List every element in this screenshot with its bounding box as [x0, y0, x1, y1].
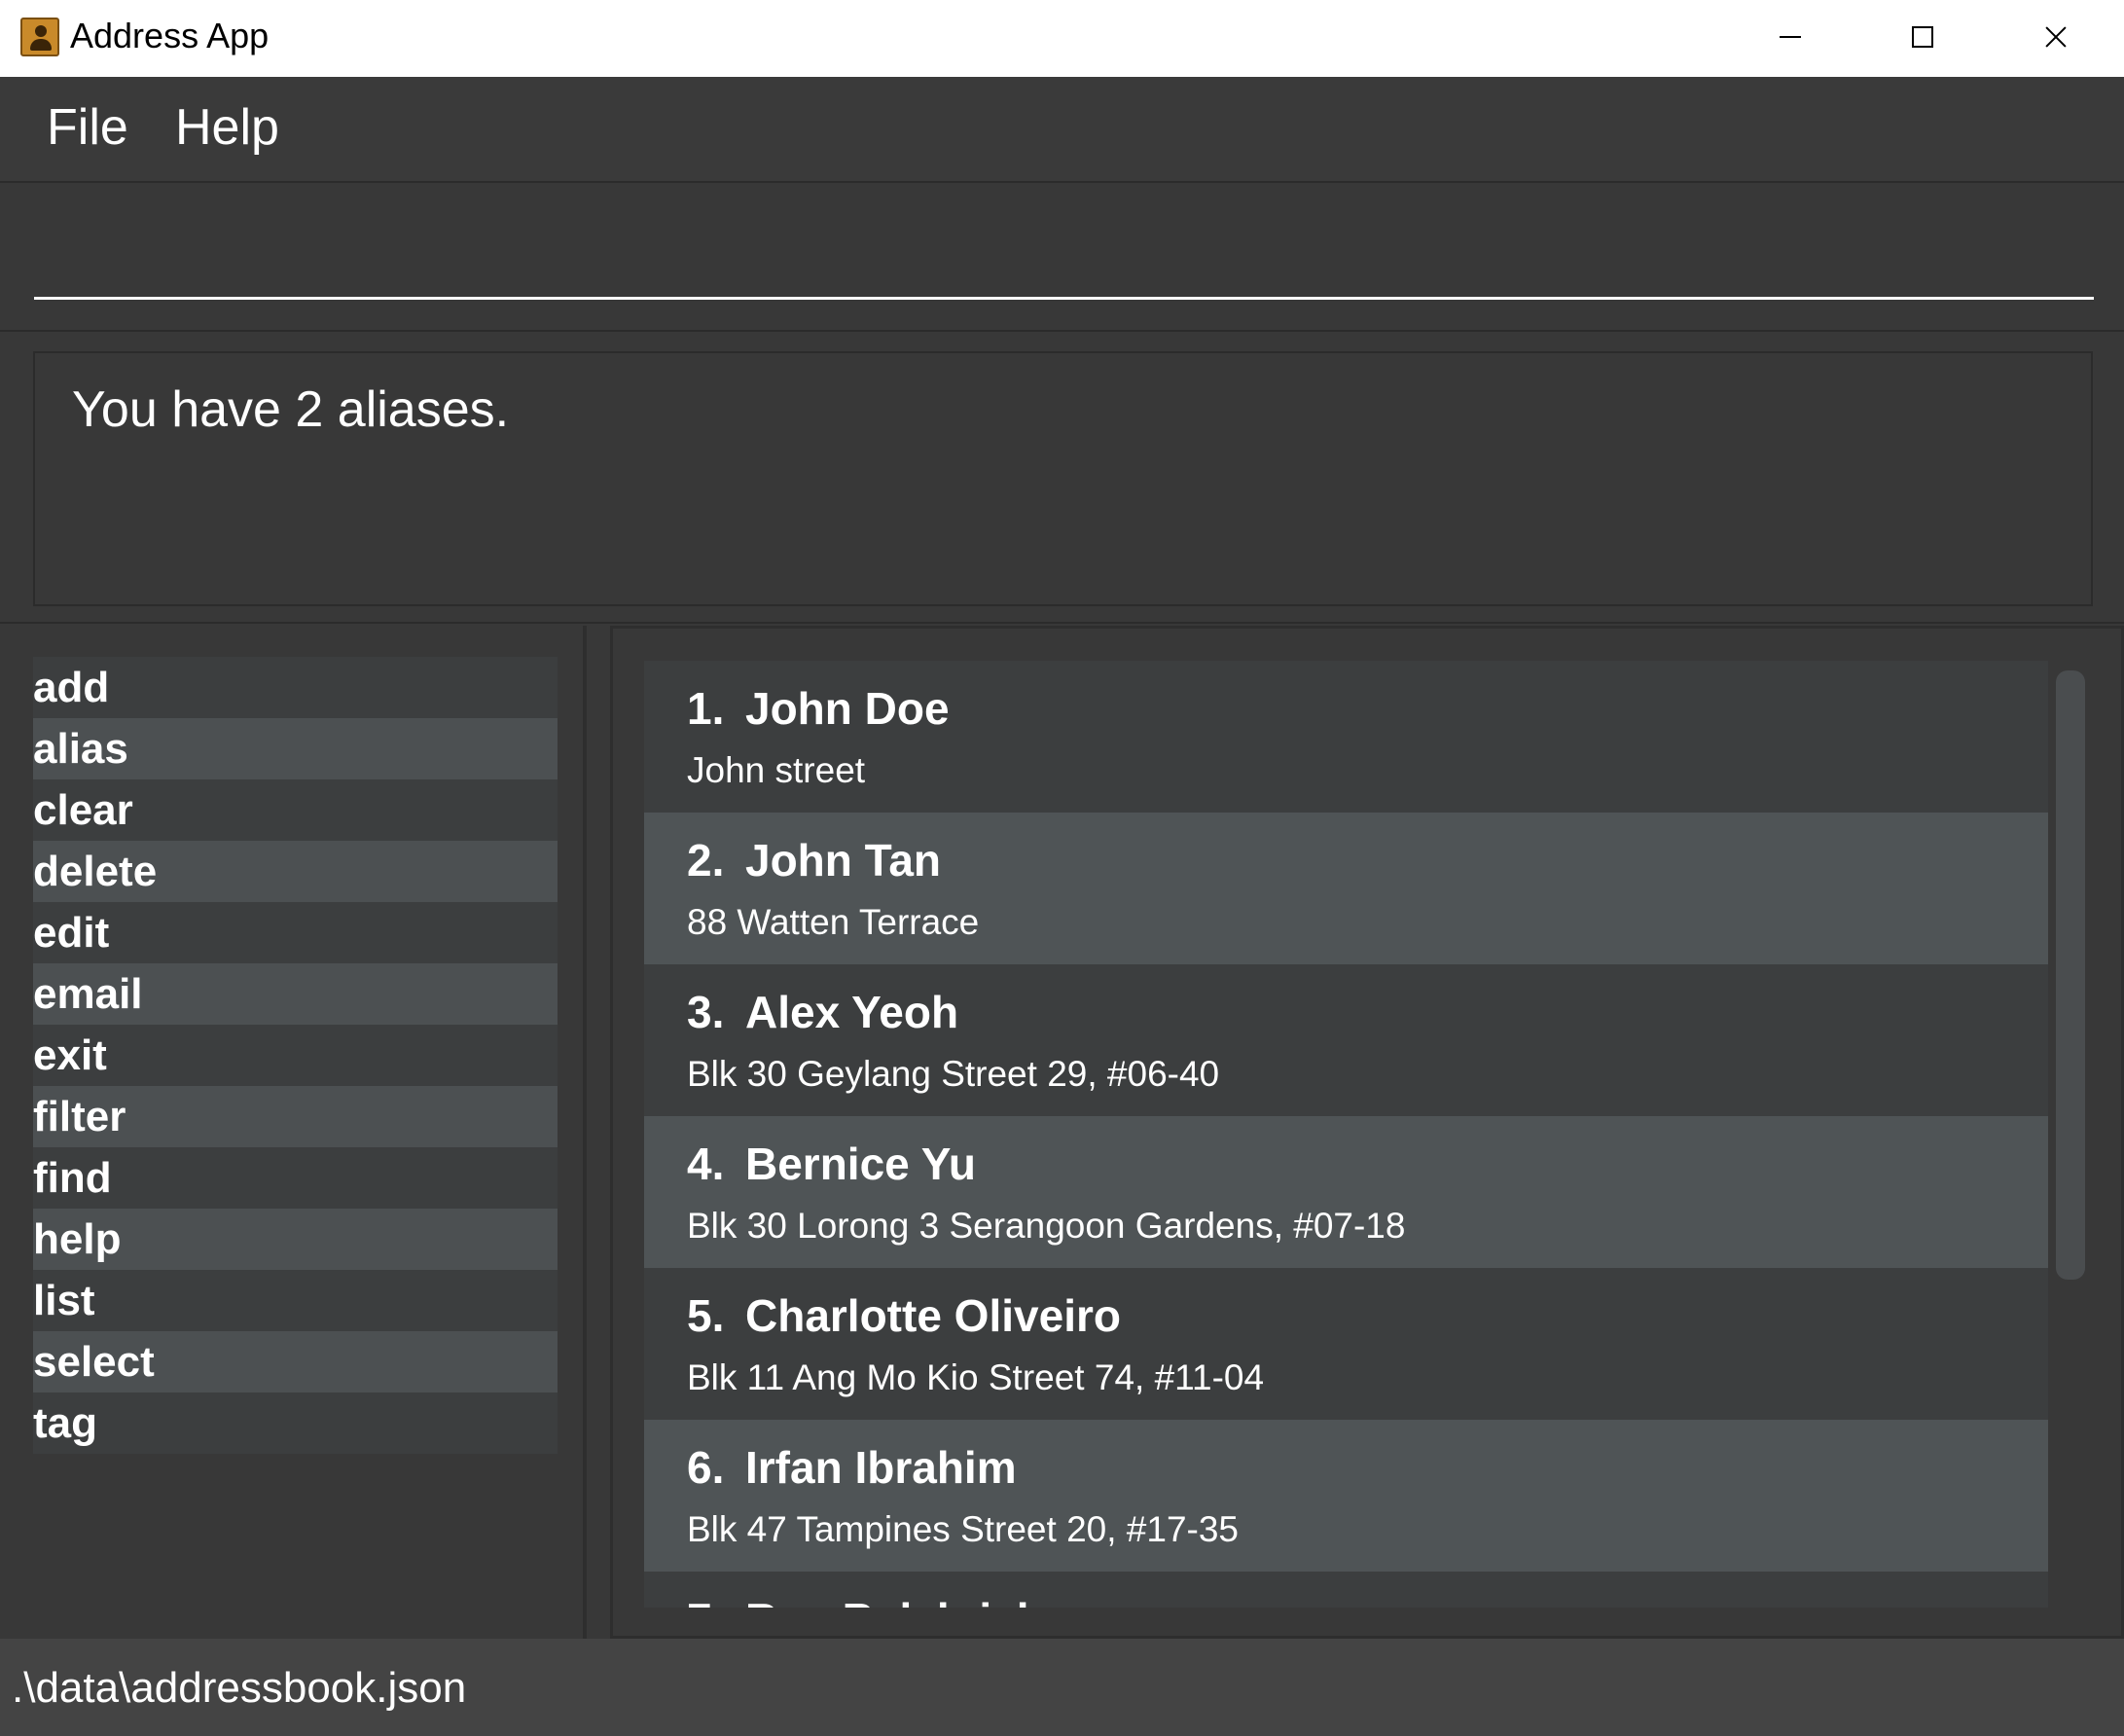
- menu-file[interactable]: File: [47, 98, 128, 157]
- window-title: Address App: [70, 16, 270, 55]
- person-name: John Doe: [745, 683, 950, 734]
- person-address: Blk 30 Lorong 3 Serangoon Gardens, #07-1…: [687, 1206, 1406, 1246]
- person-index: 6.: [687, 1442, 725, 1493]
- person-card[interactable]: 3. Alex Yeoh Blk 30 Geylang Street 29, #06…: [644, 964, 2048, 1116]
- person-index: 1.: [687, 683, 725, 734]
- person-card[interactable]: 5. Charlotte Oliveiro Blk 11 Ang Mo Kio St…: [644, 1268, 2048, 1420]
- person-card[interactable]: 2. John Tan 88 Watten Terrace: [644, 813, 2048, 964]
- command-item[interactable]: exit: [33, 1025, 558, 1086]
- status-bar: .\data\addressbook.json: [0, 1639, 2124, 1736]
- person-name: Roy Balakrishnan: [745, 1593, 1124, 1608]
- command-item[interactable]: select: [33, 1331, 558, 1392]
- address-book-icon: [20, 18, 59, 56]
- person-name: Charlotte Oliveiro: [745, 1290, 1121, 1341]
- person-address: 88 Watten Terrace: [687, 902, 980, 942]
- maximize-button[interactable]: [1860, 0, 1987, 77]
- person-card[interactable]: 1. John Doe John street: [644, 661, 2048, 813]
- result-display: You have 2 aliases.: [33, 351, 2093, 606]
- person-address: Blk 11 Ang Mo Kio Street 74, #11-04: [687, 1357, 1265, 1397]
- title-bar: Address App: [0, 0, 2124, 77]
- command-item[interactable]: alias: [33, 718, 558, 779]
- person-list-scrollbar[interactable]: [2056, 670, 2085, 1280]
- command-item[interactable]: email: [33, 963, 558, 1025]
- command-list: add alias clear delete edit email exit filter fi…: [33, 657, 558, 1454]
- person-card[interactable]: 7. Roy Balakrishnan: [644, 1572, 2048, 1608]
- menu-bar: File Help: [0, 77, 2124, 181]
- close-button[interactable]: [1993, 0, 2119, 77]
- command-item[interactable]: tag: [33, 1392, 558, 1454]
- minimize-button[interactable]: [1728, 0, 1854, 77]
- person-list: 1. John Doe John street 2. John Tan 88 Watten…: [644, 661, 2048, 1608]
- command-item[interactable]: help: [33, 1209, 558, 1270]
- command-list-panel: add alias clear delete edit email exit filter fi…: [0, 626, 587, 1639]
- command-box: [0, 181, 2124, 332]
- person-name: John Tan: [745, 835, 942, 886]
- menu-help[interactable]: Help: [175, 98, 279, 157]
- command-item[interactable]: add: [33, 657, 558, 718]
- command-input[interactable]: [34, 241, 2094, 300]
- person-address: Blk 30 Geylang Street 29, #06-40: [687, 1054, 1220, 1094]
- person-index: 7.: [687, 1593, 724, 1608]
- command-item[interactable]: find: [33, 1147, 558, 1209]
- command-item[interactable]: filter: [33, 1086, 558, 1147]
- person-index: 5.: [687, 1290, 725, 1341]
- person-list-panel: 1. John Doe John street 2. John Tan 88 Watten…: [610, 626, 2124, 1639]
- person-name: Irfan Ibrahim: [745, 1442, 1017, 1493]
- person-address: Blk 47 Tampines Street 20, #17-35: [687, 1509, 1239, 1549]
- result-display-panel: You have 2 aliases.: [0, 332, 2124, 624]
- person-card[interactable]: 6. Irfan Ibrahim Blk 47 Tampines Street 20…: [644, 1420, 2048, 1572]
- command-item[interactable]: edit: [33, 902, 558, 963]
- save-location: .\data\addressbook.json: [12, 1664, 467, 1712]
- person-index: 4.: [687, 1139, 725, 1189]
- person-card[interactable]: 4. Bernice Yu Blk 30 Lorong 3 Serangoon Ga…: [644, 1116, 2048, 1268]
- command-item[interactable]: clear: [33, 779, 558, 841]
- person-index: 3.: [687, 987, 725, 1037]
- result-message: You have 2 aliases.: [72, 381, 510, 438]
- command-item[interactable]: list: [33, 1270, 558, 1331]
- person-index: 2.: [687, 835, 725, 886]
- person-address: John street: [687, 750, 866, 790]
- command-item[interactable]: delete: [33, 841, 558, 902]
- person-name: Alex Yeoh: [745, 987, 959, 1037]
- person-name: Bernice Yu: [745, 1139, 976, 1189]
